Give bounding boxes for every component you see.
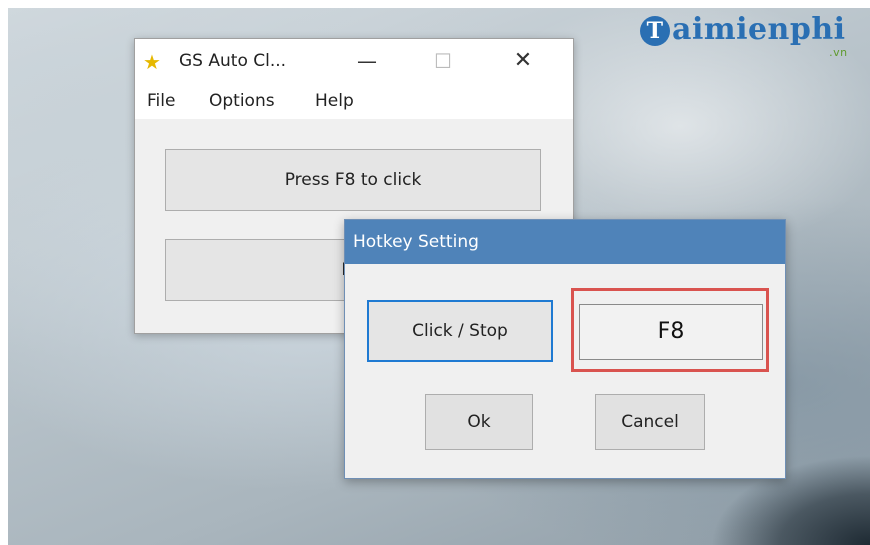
watermark-sub: .vn xyxy=(829,46,848,59)
hotkey-field[interactable]: F8 xyxy=(579,304,763,360)
maximize-button[interactable]: ☐ xyxy=(423,45,463,77)
star-icon: ★ xyxy=(143,50,161,74)
window-title: GS Auto Cl... xyxy=(179,51,287,71)
cancel-button[interactable]: Cancel xyxy=(595,394,705,450)
watermark-logo: T xyxy=(640,16,670,46)
menu-help[interactable]: Help xyxy=(315,91,354,111)
close-button[interactable]: ✕ xyxy=(503,45,543,77)
click-stop-button[interactable]: Click / Stop xyxy=(367,300,553,362)
menubar: File Options Help xyxy=(135,83,573,119)
menu-options[interactable]: Options xyxy=(209,91,275,111)
watermark: Taimienphi .vn xyxy=(640,12,848,72)
ok-button[interactable]: Ok xyxy=(425,394,533,450)
watermark-text: aimienphi xyxy=(672,12,846,47)
menu-file[interactable]: File xyxy=(147,91,175,111)
hotkey-titlebar[interactable]: Hotkey Setting xyxy=(345,220,785,264)
hotkey-dialog: Hotkey Setting Click / Stop F8 Ok Cancel xyxy=(344,219,786,479)
hotkey-dialog-title: Hotkey Setting xyxy=(353,232,479,252)
press-to-click-button[interactable]: Press F8 to click xyxy=(165,149,541,211)
minimize-button[interactable]: — xyxy=(347,45,387,77)
main-titlebar[interactable]: ★ GS Auto Cl... — ☐ ✕ xyxy=(135,39,573,83)
